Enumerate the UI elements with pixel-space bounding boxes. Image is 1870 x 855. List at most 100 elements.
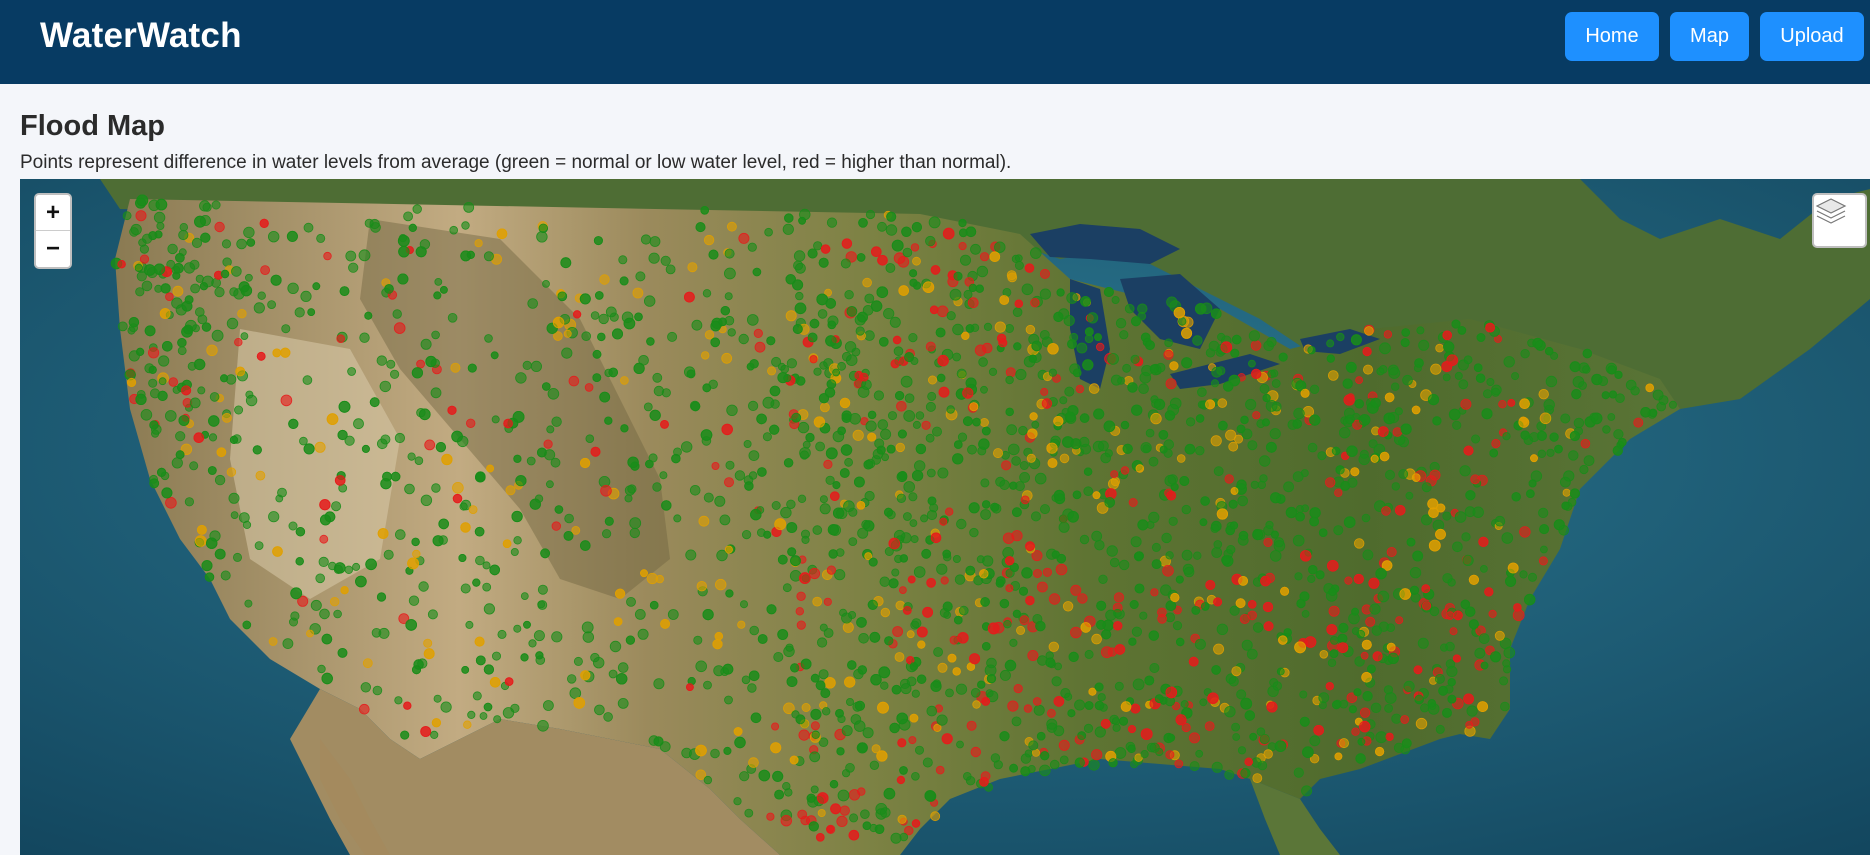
water-level-point[interactable] — [546, 480, 554, 489]
water-level-point[interactable] — [450, 362, 461, 373]
water-level-point[interactable] — [1130, 760, 1139, 769]
water-level-point[interactable] — [165, 496, 177, 509]
water-level-point[interactable] — [1175, 637, 1185, 647]
water-level-point[interactable] — [319, 534, 329, 544]
water-level-point[interactable] — [1024, 263, 1035, 273]
water-level-point[interactable] — [537, 600, 548, 610]
water-level-point[interactable] — [479, 712, 488, 720]
water-level-point[interactable] — [1027, 649, 1039, 661]
water-level-point[interactable] — [703, 234, 715, 246]
water-level-point[interactable] — [1325, 682, 1334, 691]
water-level-point[interactable] — [1411, 473, 1421, 482]
water-level-point[interactable] — [1537, 449, 1547, 458]
water-level-point[interactable] — [747, 400, 759, 411]
water-level-point[interactable] — [832, 507, 845, 519]
water-level-point[interactable] — [540, 548, 550, 559]
water-level-point[interactable] — [1172, 620, 1183, 631]
water-level-point[interactable] — [811, 730, 820, 739]
water-level-point[interactable] — [1358, 720, 1371, 733]
water-level-point[interactable] — [513, 624, 522, 633]
water-level-point[interactable] — [708, 249, 719, 260]
water-level-point[interactable] — [1539, 412, 1552, 425]
water-level-point[interactable] — [1292, 534, 1305, 547]
water-level-point[interactable] — [159, 308, 171, 319]
water-level-point[interactable] — [789, 755, 799, 765]
water-level-point[interactable] — [135, 210, 147, 222]
water-level-point[interactable] — [928, 375, 938, 385]
water-level-point[interactable] — [1446, 665, 1458, 677]
water-level-point[interactable] — [1218, 420, 1228, 431]
water-level-point[interactable] — [1386, 642, 1396, 652]
water-level-point[interactable] — [817, 309, 828, 319]
water-level-point[interactable] — [660, 419, 669, 429]
water-level-point[interactable] — [892, 335, 902, 345]
water-level-point[interactable] — [1216, 508, 1229, 520]
water-level-point[interactable] — [1362, 346, 1372, 357]
water-level-point[interactable] — [229, 435, 239, 444]
water-level-point[interactable] — [1088, 383, 1100, 394]
water-level-point[interactable] — [204, 572, 215, 582]
water-level-point[interactable] — [880, 681, 889, 690]
water-level-point[interactable] — [906, 630, 915, 639]
water-level-point[interactable] — [1025, 541, 1035, 552]
water-level-point[interactable] — [1197, 387, 1207, 398]
water-level-point[interactable] — [877, 221, 887, 232]
water-level-point[interactable] — [1528, 572, 1538, 582]
water-level-point[interactable] — [899, 554, 908, 563]
water-level-point[interactable] — [1465, 490, 1476, 501]
water-level-point[interactable] — [1488, 609, 1497, 618]
water-level-point[interactable] — [1108, 478, 1120, 490]
water-level-point[interactable] — [1502, 432, 1511, 441]
water-level-point[interactable] — [281, 324, 291, 334]
water-level-point[interactable] — [1231, 666, 1242, 677]
water-level-point[interactable] — [1582, 365, 1591, 374]
water-level-point[interactable] — [404, 483, 415, 495]
water-level-point[interactable] — [547, 388, 560, 400]
water-level-point[interactable] — [1235, 598, 1246, 609]
water-level-point[interactable] — [433, 291, 442, 300]
water-level-point[interactable] — [230, 511, 239, 520]
water-level-point[interactable] — [483, 664, 494, 675]
water-level-point[interactable] — [810, 785, 819, 794]
water-level-point[interactable] — [1114, 644, 1126, 655]
water-level-point[interactable] — [1377, 426, 1389, 438]
water-level-point[interactable] — [1093, 408, 1105, 420]
water-level-point[interactable] — [930, 265, 941, 275]
water-level-point[interactable] — [1176, 454, 1186, 463]
water-level-point[interactable] — [1096, 619, 1106, 630]
water-level-point[interactable] — [1211, 520, 1222, 532]
water-level-point[interactable] — [1006, 424, 1018, 436]
water-level-point[interactable] — [334, 475, 346, 486]
water-level-point[interactable] — [710, 748, 720, 759]
water-level-point[interactable] — [1096, 600, 1107, 611]
water-level-point[interactable] — [1351, 607, 1359, 616]
water-level-point[interactable] — [1523, 593, 1536, 606]
water-level-point[interactable] — [972, 417, 981, 427]
water-level-point[interactable] — [472, 578, 481, 587]
water-level-point[interactable] — [1005, 367, 1016, 378]
water-level-point[interactable] — [1145, 340, 1155, 351]
water-level-point[interactable] — [1193, 551, 1202, 560]
water-level-point[interactable] — [912, 420, 921, 429]
water-level-point[interactable] — [287, 282, 299, 295]
water-level-point[interactable] — [489, 676, 501, 688]
water-level-point[interactable] — [936, 714, 948, 726]
water-level-point[interactable] — [1400, 338, 1410, 348]
water-level-point[interactable] — [983, 322, 993, 331]
water-level-point[interactable] — [1140, 728, 1153, 740]
water-level-point[interactable] — [1110, 470, 1119, 479]
water-level-point[interactable] — [863, 520, 875, 532]
water-level-point[interactable] — [802, 440, 811, 449]
water-level-point[interactable] — [805, 432, 815, 443]
water-level-point[interactable] — [826, 565, 837, 575]
water-level-point[interactable] — [937, 467, 949, 479]
water-level-point[interactable] — [1237, 495, 1248, 507]
water-level-point[interactable] — [1500, 701, 1510, 712]
water-level-point[interactable] — [1195, 414, 1205, 423]
water-level-point[interactable] — [1451, 319, 1461, 329]
zoom-in-button[interactable]: + — [36, 195, 70, 231]
water-level-point[interactable] — [797, 494, 807, 503]
water-level-point[interactable] — [568, 375, 580, 387]
water-level-point[interactable] — [1442, 708, 1452, 718]
water-level-point[interactable] — [393, 322, 406, 334]
